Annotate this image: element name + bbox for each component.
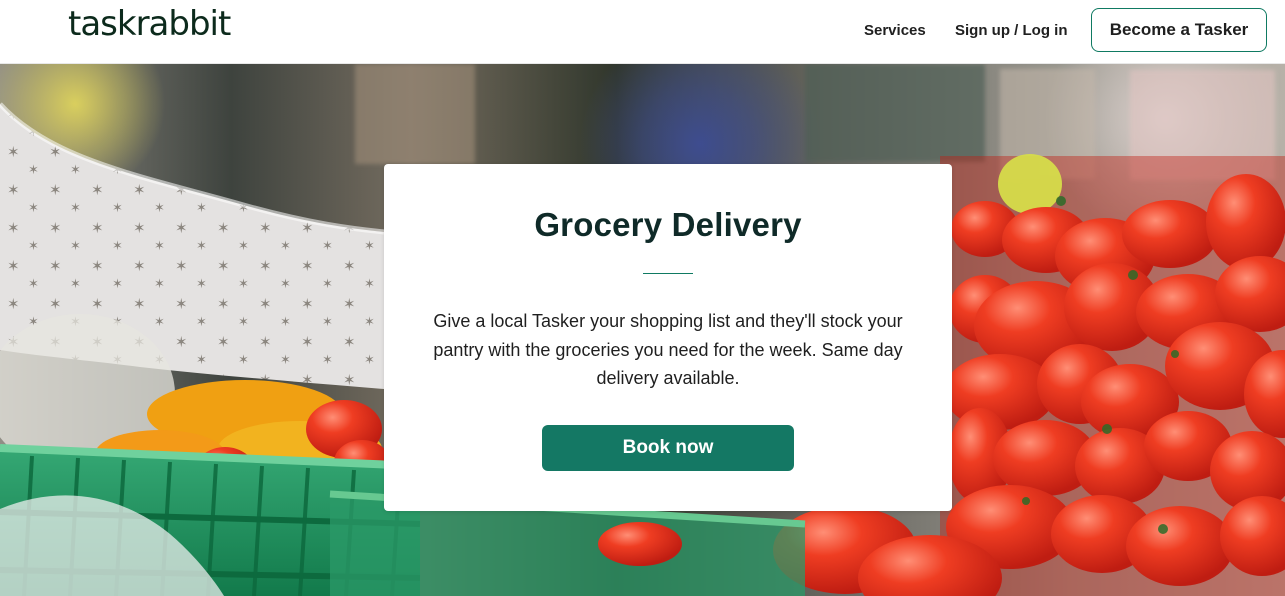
grocery-service-card: Grocery Delivery Give a local Tasker you… bbox=[384, 164, 952, 511]
service-title: Grocery Delivery bbox=[534, 206, 802, 243]
book-now-button[interactable]: Book now bbox=[542, 425, 794, 471]
become-tasker-button[interactable]: Become a Tasker bbox=[1091, 8, 1267, 52]
page: taskrabbit Services Sign up / Log in Bec… bbox=[0, 0, 1285, 596]
services-link[interactable]: Services bbox=[864, 22, 926, 40]
grocery-hero: ✶ ✶ bbox=[0, 64, 1285, 596]
title-divider bbox=[643, 273, 693, 274]
taskrabbit-logo[interactable]: taskrabbit bbox=[68, 4, 231, 44]
signup-login-link[interactable]: Sign up / Log in bbox=[955, 22, 1067, 40]
service-description: Give a local Tasker your shopping list a… bbox=[433, 311, 903, 388]
top-navigation: taskrabbit Services Sign up / Log in Bec… bbox=[0, 0, 1285, 64]
